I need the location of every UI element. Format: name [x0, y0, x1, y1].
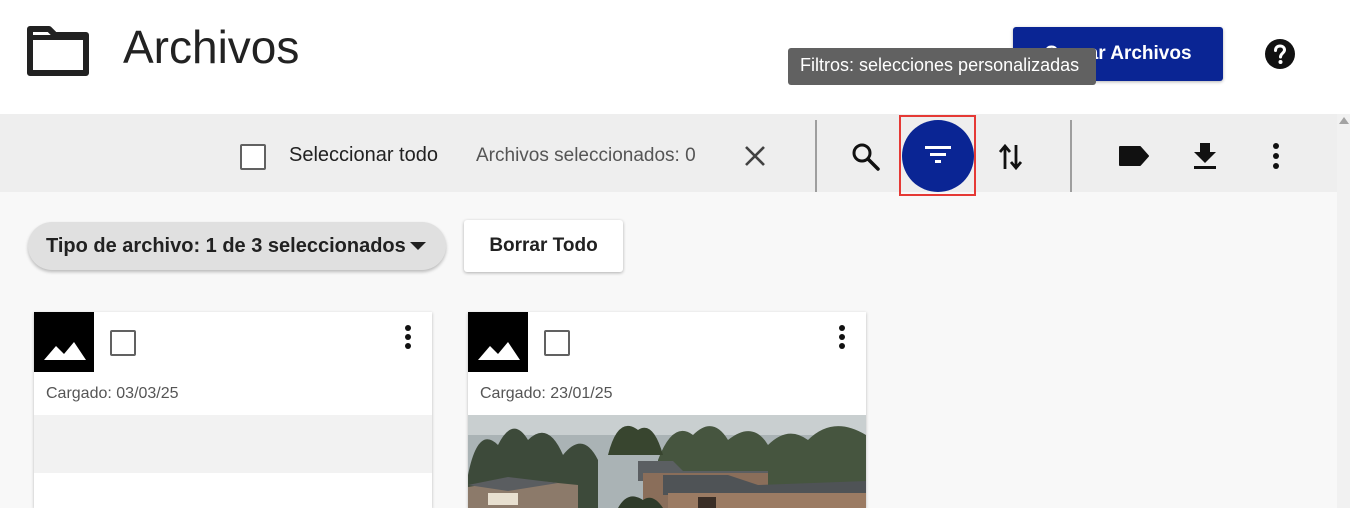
file-more-icon[interactable] — [838, 324, 846, 355]
help-icon[interactable] — [1264, 38, 1296, 75]
file-card[interactable]: Cargado: 23/01/25 — [468, 312, 866, 508]
close-icon[interactable] — [743, 144, 767, 173]
file-select-checkbox[interactable] — [110, 330, 136, 356]
file-type-filter-label: Tipo de archivo: 1 de 3 seleccionados — [46, 234, 406, 257]
file-preview-placeholder — [34, 415, 432, 473]
image-icon — [468, 312, 528, 372]
upload-date: Cargado: 23/01/25 — [480, 385, 613, 402]
page-title: Archivos — [123, 21, 300, 73]
selected-count: Archivos seleccionados: 0 — [476, 145, 696, 166]
filter-tooltip: Filtros: selecciones personalizadas — [788, 48, 1096, 85]
search-icon[interactable] — [851, 142, 881, 177]
toolbar-divider — [1070, 120, 1072, 192]
file-card[interactable]: Cargado: 03/03/25 — [34, 312, 432, 508]
sort-icon[interactable] — [998, 142, 1024, 177]
file-type-filter-chip[interactable]: Tipo de archivo: 1 de 3 seleccionados — [28, 222, 446, 270]
folder-icon — [27, 26, 89, 81]
scroll-up-arrow-icon[interactable] — [1339, 117, 1349, 124]
download-icon[interactable] — [1192, 141, 1218, 176]
vertical-scrollbar[interactable] — [1337, 114, 1350, 508]
toolbar-divider — [815, 120, 817, 192]
selection-toolbar: Seleccionar todo Archivos seleccionados:… — [0, 114, 1337, 196]
clear-all-label: Borrar Todo — [489, 235, 598, 256]
house-photo-preview — [468, 415, 866, 508]
label-icon[interactable] — [1118, 145, 1150, 172]
filter-button-highlight — [899, 115, 976, 196]
file-select-checkbox[interactable] — [544, 330, 570, 356]
select-all-checkbox[interactable] — [240, 144, 266, 170]
image-icon — [34, 312, 94, 372]
upload-date: Cargado: 03/03/25 — [46, 385, 179, 402]
more-vert-icon[interactable] — [1272, 142, 1280, 175]
select-all-label: Seleccionar todo — [289, 144, 438, 166]
clear-all-button[interactable]: Borrar Todo — [464, 220, 623, 272]
file-more-icon[interactable] — [404, 324, 412, 355]
dropdown-arrow-icon — [410, 242, 426, 250]
page-header: Archivos Cargar Archivos — [0, 0, 1350, 114]
